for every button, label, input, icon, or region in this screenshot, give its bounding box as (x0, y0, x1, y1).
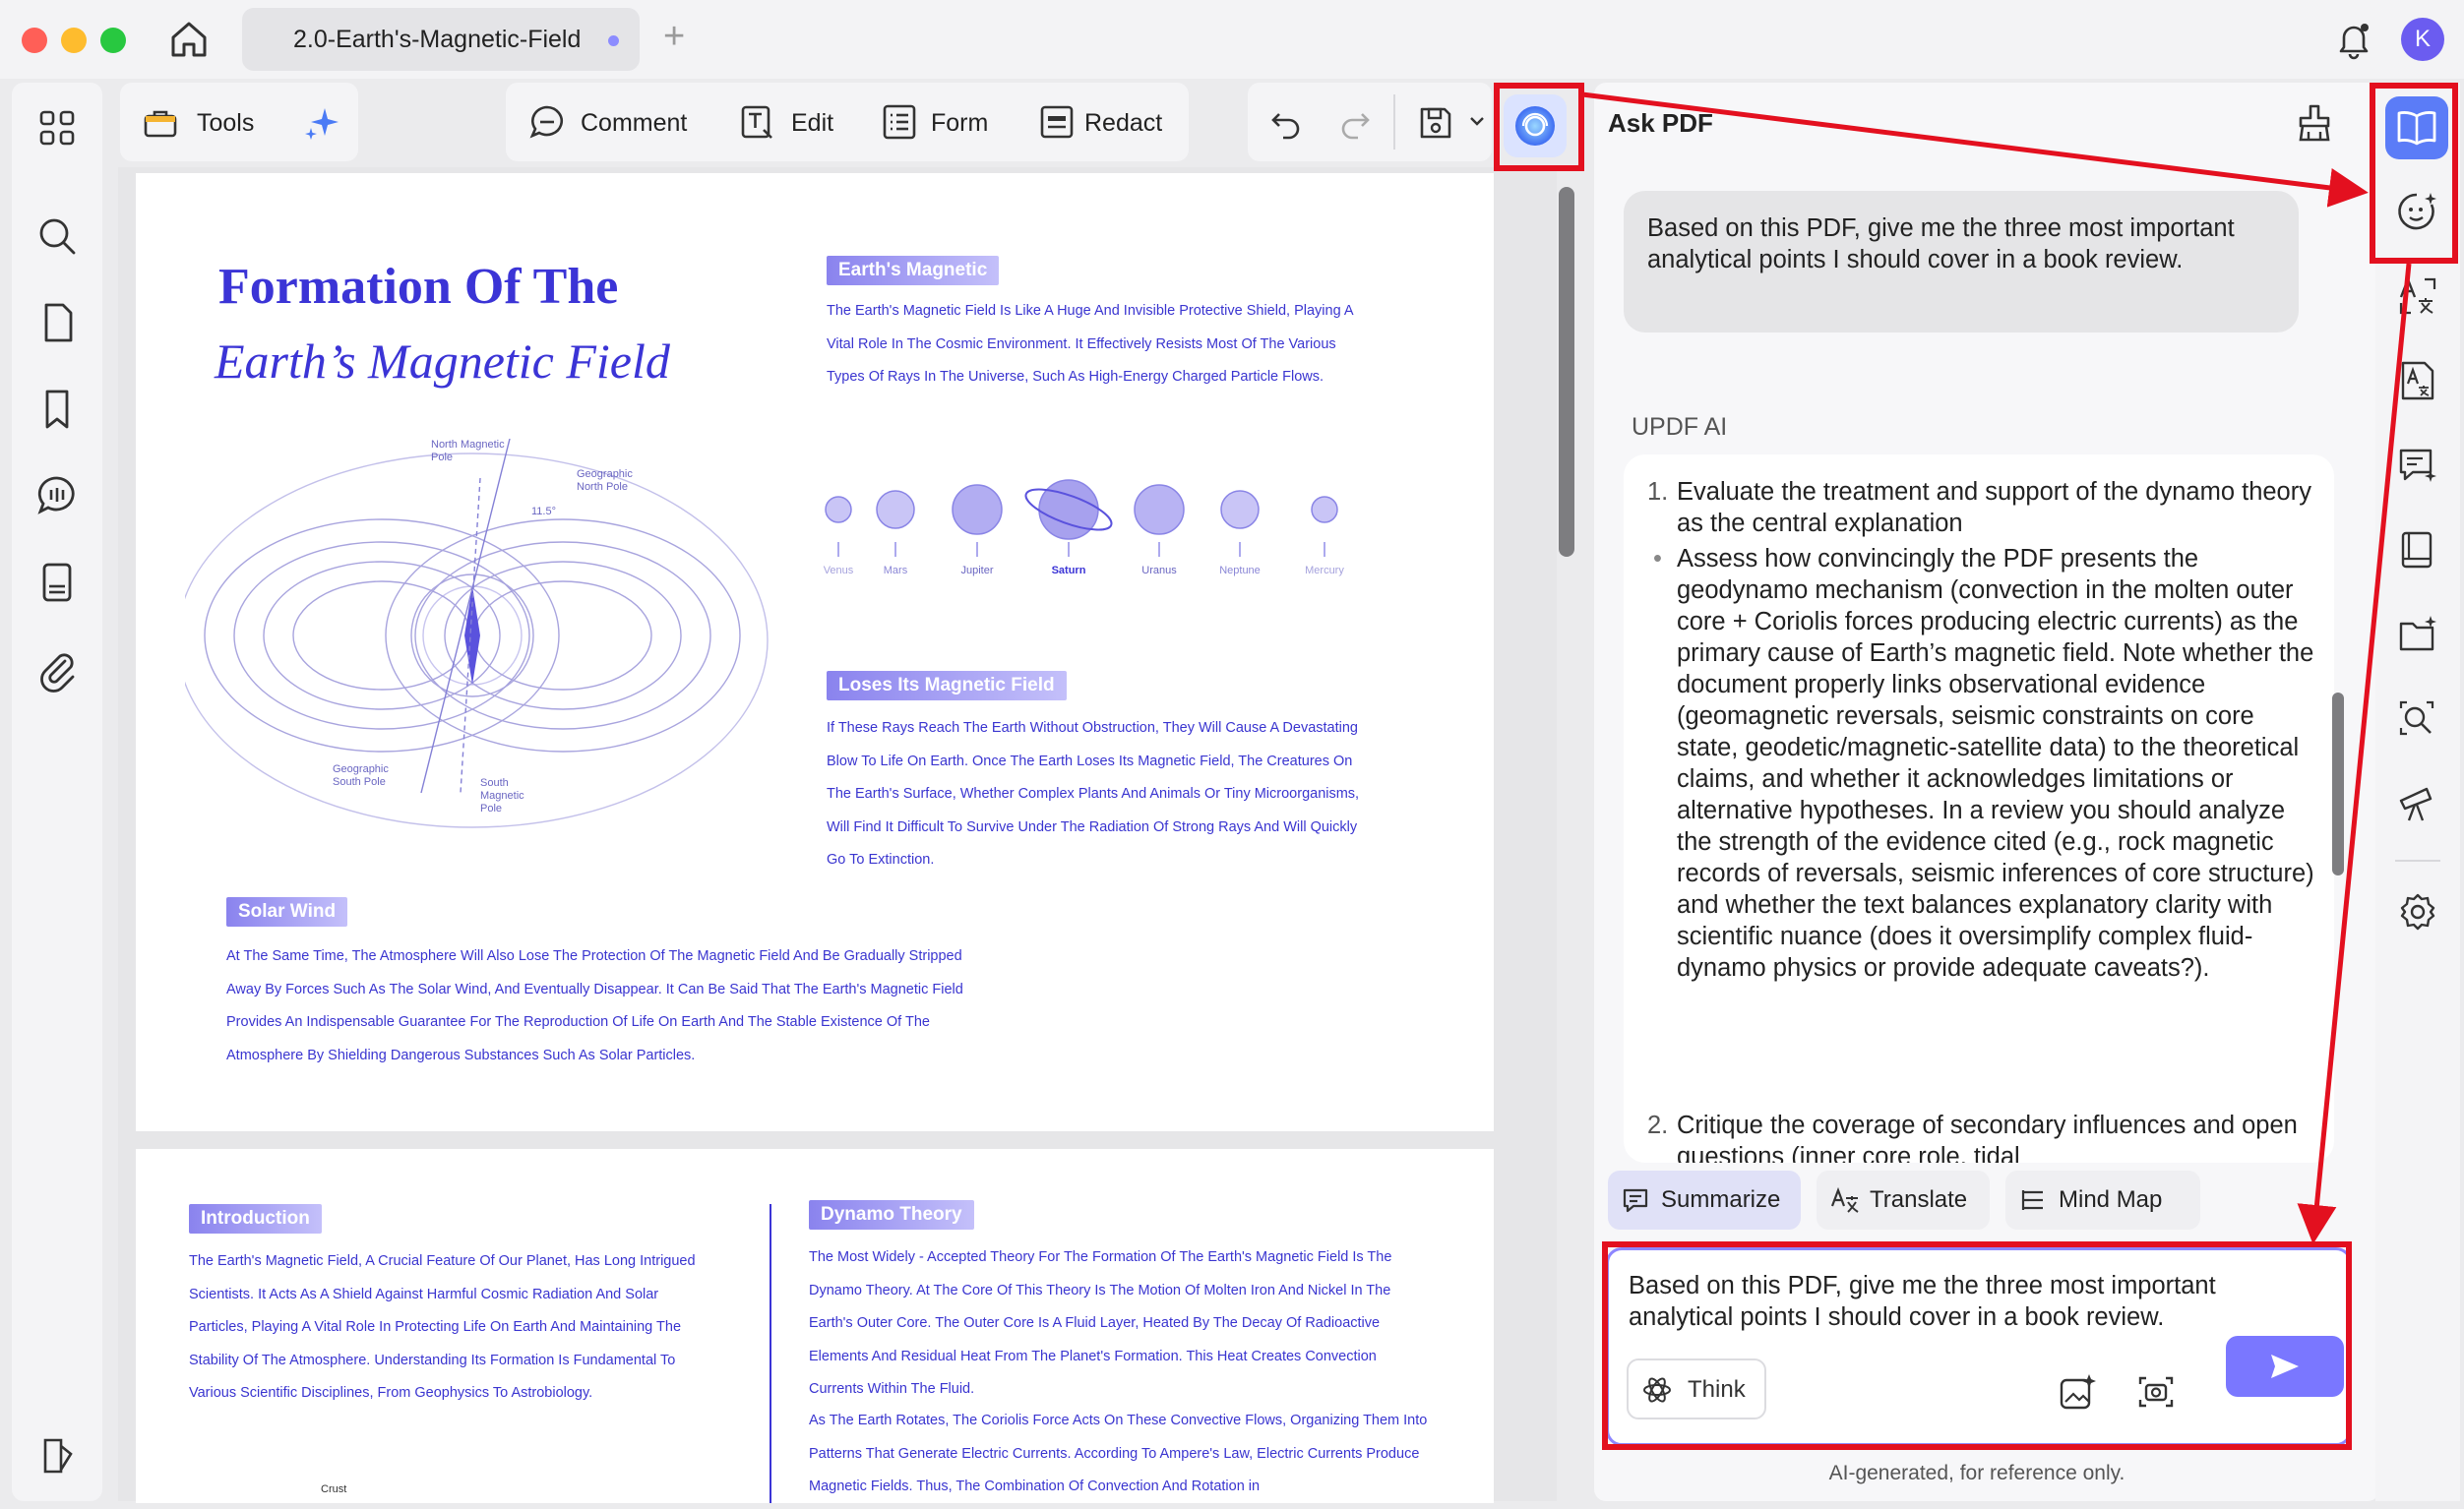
annotation-arrows (1581, 91, 2412, 1244)
